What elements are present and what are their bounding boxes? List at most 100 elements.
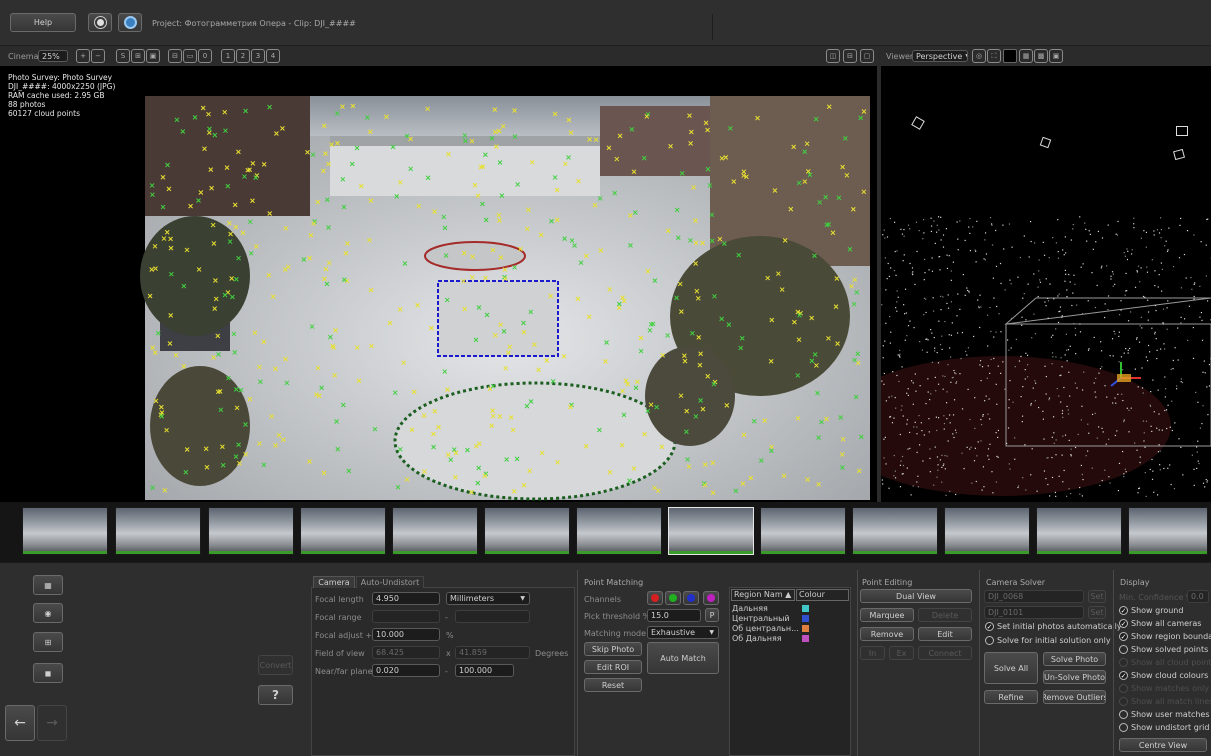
remove-outliers-button[interactable]: Remove Outliers — [1043, 690, 1106, 704]
refine-button[interactable]: Refine — [984, 690, 1038, 704]
cube-icon[interactable]: ◼ — [33, 663, 63, 683]
marquee-button[interactable]: Marquee — [860, 608, 914, 622]
photo-thumbnail[interactable] — [760, 507, 846, 555]
fov-height-field[interactable]: 41.859 — [455, 646, 530, 659]
show-all-match-lines-checkbox[interactable]: Show all match lines — [1119, 697, 1211, 706]
connect-button[interactable]: Connect — [918, 646, 972, 660]
show-all-cloud-points-checkbox[interactable]: Show all cloud points — [1119, 658, 1211, 667]
view-3-button[interactable]: 3 — [251, 49, 265, 63]
s-button[interactable]: S — [116, 49, 130, 63]
delete-button[interactable]: Delete — [918, 608, 972, 622]
solve-photo-button[interactable]: Solve Photo — [1043, 652, 1106, 666]
focal-range-max-field[interactable] — [455, 610, 530, 623]
view-1-button[interactable]: 1 — [221, 49, 235, 63]
matching-mode-select[interactable]: Exhaustive ▼ — [647, 626, 719, 639]
black-swatch[interactable] — [1003, 49, 1017, 63]
edit-roi-button[interactable]: Edit ROI — [584, 660, 642, 674]
photo-survey-icon[interactable]: ▦ — [33, 575, 63, 595]
pick-threshold-field[interactable]: 15.0 — [647, 609, 701, 622]
in-button[interactable]: In — [860, 646, 885, 660]
render-icon-3[interactable]: ▣ — [1049, 49, 1063, 63]
zoom-in-icon[interactable]: + — [76, 49, 90, 63]
channel-green-button[interactable] — [665, 591, 681, 605]
focal-adjust-field[interactable]: 10.000 — [372, 628, 440, 641]
camera-icon[interactable]: ◎ — [972, 49, 986, 63]
set-camera-2-button[interactable]: Set — [1088, 606, 1106, 619]
frame-icon[interactable]: ▣ — [146, 49, 160, 63]
region-colour-header[interactable]: Colour — [796, 589, 849, 601]
photo-thumbnail[interactable] — [115, 507, 201, 555]
focal-range-min-field[interactable] — [372, 610, 440, 623]
track-icon[interactable]: ◉ — [33, 603, 63, 623]
view-2-button[interactable]: 2 — [236, 49, 250, 63]
centre-view-button[interactable]: Centre View — [1119, 738, 1207, 752]
edit-button[interactable]: Edit — [918, 627, 972, 641]
photo-thumbnail[interactable] — [392, 507, 478, 555]
set-initial-checkbox[interactable]: ✓ Set initial photos automatically — [985, 622, 1122, 631]
list-item[interactable]: Дальняя — [732, 604, 850, 614]
photo-thumbnail[interactable] — [852, 507, 938, 555]
channel-red-button[interactable] — [647, 591, 663, 605]
show-user-matches-checkbox[interactable]: Show user matches only — [1119, 710, 1211, 719]
split-horizontal-icon[interactable]: ⊟ — [843, 49, 857, 63]
back-arrow-icon[interactable]: ← — [5, 705, 35, 741]
viewer-mode-select[interactable]: Perspective ▼ — [912, 50, 968, 62]
min-confidence-field[interactable]: 0.0 — [1187, 590, 1209, 603]
focal-length-field[interactable]: 4.950 — [372, 592, 440, 605]
initial-camera-1-field[interactable]: DJI_0068 — [984, 590, 1084, 603]
single-view-icon[interactable]: ▢ — [860, 49, 874, 63]
solve-all-button[interactable]: Solve All — [984, 652, 1038, 684]
photo-thumbnail[interactable] — [1128, 507, 1208, 555]
zoom-field[interactable]: 25% — [38, 50, 68, 62]
fit-icon[interactable]: ⛶ — [987, 49, 1001, 63]
ex-button[interactable]: Ex — [889, 646, 914, 660]
photo-thumbnail[interactable] — [22, 507, 108, 555]
link-icon[interactable]: ▭ — [183, 49, 197, 63]
region-name-header[interactable]: Region Nam ▲ — [731, 589, 795, 601]
show-region-boundaries-checkbox[interactable]: ✓Show region boundaries — [1119, 632, 1211, 641]
fov-width-field[interactable]: 68.425 — [372, 646, 440, 659]
solve-initial-checkbox[interactable]: Solve for initial solution only — [985, 636, 1111, 645]
photo-thumbnail[interactable] — [576, 507, 662, 555]
tab-camera[interactable]: Camera — [313, 576, 355, 588]
channel-magenta-button[interactable] — [703, 591, 719, 605]
photo-thumbnail[interactable] — [1036, 507, 1122, 555]
photo-thumbnail[interactable] — [944, 507, 1030, 555]
app-logo-button[interactable] — [118, 13, 142, 32]
list-item[interactable]: Об Дальняя — [732, 634, 850, 644]
forward-arrow-icon[interactable]: → — [37, 705, 67, 741]
list-item[interactable]: Центральный — [732, 614, 850, 624]
show-cloud-colours-checkbox[interactable]: ✓ Show cloud colours — [1119, 671, 1208, 680]
far-plane-field[interactable]: 100.000 — [455, 664, 514, 677]
record-icon-button[interactable] — [88, 13, 112, 32]
layout-icon[interactable]: ⊟ — [168, 49, 182, 63]
render-icon-2[interactable]: ▩ — [1034, 49, 1048, 63]
initial-camera-2-field[interactable]: DJI_0101 — [984, 606, 1084, 619]
zero-icon[interactable]: 0 — [198, 49, 212, 63]
show-matches-only-checkbox[interactable]: Show matches only — [1119, 684, 1209, 693]
photo-thumbnail[interactable] — [484, 507, 570, 555]
help-question-icon[interactable]: ? — [258, 685, 293, 705]
photo-thumbnail[interactable] — [300, 507, 386, 555]
channel-blue-button[interactable] — [683, 591, 699, 605]
show-ground-checkbox[interactable]: ✓ Show ground — [1119, 606, 1183, 615]
convert-button[interactable]: Convert — [258, 655, 293, 675]
pick-button[interactable]: P — [705, 608, 719, 622]
viewer-3d[interactable] — [881, 66, 1211, 502]
grid-icon[interactable]: ⊞ — [131, 49, 145, 63]
tab-auto-undistort[interactable]: Auto-Undistort — [356, 576, 424, 588]
near-plane-field[interactable]: 0.020 — [372, 664, 440, 677]
show-all-cameras-checkbox[interactable]: ✓ Show all cameras — [1119, 619, 1201, 628]
auto-match-button[interactable]: Auto Match — [647, 642, 719, 674]
split-vertical-icon[interactable]: ◫ — [826, 49, 840, 63]
dual-view-button[interactable]: Dual View — [860, 589, 972, 603]
remove-button[interactable]: Remove — [860, 627, 914, 641]
skip-photo-button[interactable]: Skip Photo — [584, 642, 642, 656]
show-solved-points-checkbox[interactable]: Show solved points — [1119, 645, 1208, 654]
unsolve-photo-button[interactable]: Un-Solve Photo — [1043, 670, 1106, 684]
help-button[interactable]: Help — [10, 13, 76, 32]
render-icon-1[interactable]: ▦ — [1019, 49, 1033, 63]
reset-button[interactable]: Reset — [584, 678, 642, 692]
units-select[interactable]: Millimeters ▼ — [446, 592, 530, 605]
cinema-viewport[interactable]: Photo Survey: Photo Survey DJI_####: 400… — [0, 66, 877, 502]
